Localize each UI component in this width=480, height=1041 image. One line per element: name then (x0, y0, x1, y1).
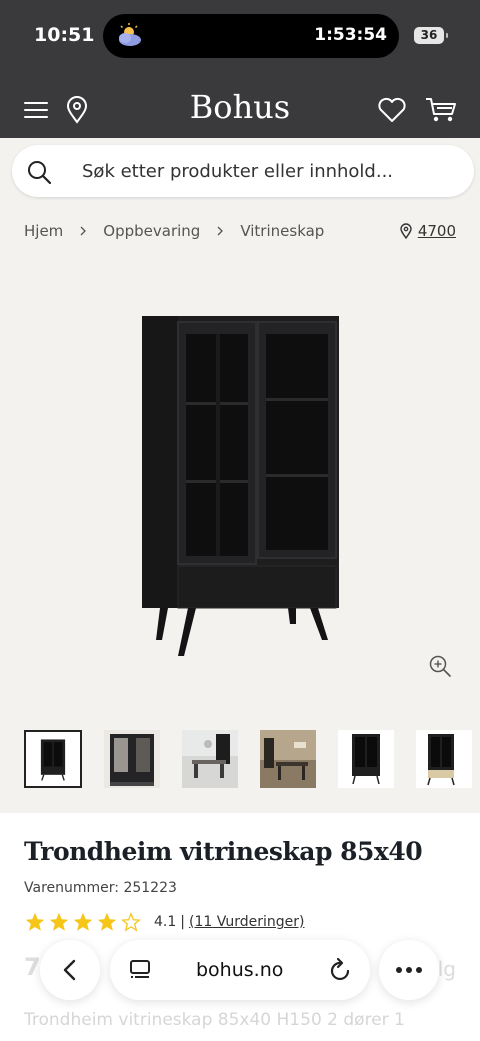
reader-mode-icon[interactable] (128, 958, 152, 982)
store-selector[interactable]: 4700 (399, 222, 456, 240)
star-filled-icon (97, 912, 117, 931)
product-description: Trondheim vitrineskap 85x40 H150 2 dører… (24, 1010, 405, 1030)
cart-icon[interactable] (424, 96, 458, 124)
breadcrumb-home[interactable]: Hjem (24, 222, 63, 240)
bohus-logo[interactable]: Bohus (0, 88, 480, 126)
thumbnail-3[interactable] (182, 730, 238, 788)
back-button[interactable] (40, 940, 100, 1000)
battery-indicator: 36 (414, 27, 448, 44)
more-icon (396, 967, 422, 973)
url-text[interactable]: bohus.no (196, 959, 283, 981)
product-image[interactable] (138, 314, 344, 662)
thumbnail-2[interactable] (104, 730, 160, 788)
search-area (0, 138, 480, 200)
status-bar: 10:51 1:53:54 36 (0, 0, 480, 72)
top-bar: 10:51 1:53:54 36 Bohus (0, 0, 480, 138)
search-input[interactable] (82, 155, 462, 187)
site-header: Bohus (0, 80, 480, 138)
product-details: Trondheim vitrineskap 85x40 Varenummer: … (0, 813, 480, 1041)
thumbnail-5[interactable] (338, 730, 394, 788)
thumbnail-strip (24, 730, 480, 790)
more-options-button[interactable] (379, 940, 439, 1000)
reviews-link[interactable]: (11 Vurderinger) (189, 914, 304, 930)
star-filled-icon (49, 912, 69, 931)
heart-icon[interactable] (376, 96, 408, 124)
product-rating: 4.1 | (11 Vurderinger) (24, 911, 304, 933)
location-pin-icon (400, 223, 412, 239)
thumbnail-6[interactable] (416, 730, 472, 788)
price-partial: 7 (24, 953, 41, 981)
live-activity-timer: 1:53:54 (314, 25, 387, 45)
status-time: 10:51 (34, 24, 95, 46)
price-suffix-partial: lg (437, 957, 456, 981)
zoom-in-icon[interactable] (428, 654, 452, 678)
chevron-right-icon (217, 226, 224, 236)
search-bar[interactable] (12, 145, 474, 197)
chevron-right-icon (80, 226, 87, 236)
breadcrumb-display-cabinet[interactable]: Vitrineskap (240, 222, 324, 240)
breadcrumb-storage[interactable]: Oppbevaring (103, 222, 200, 240)
product-title: Trondheim vitrineskap 85x40 (24, 837, 423, 866)
dynamic-island: 1:53:54 (103, 14, 399, 58)
star-filled-icon (25, 912, 45, 931)
chevron-left-icon (63, 959, 76, 981)
star-filled-icon (73, 912, 93, 931)
product-gallery-section: Hjem Oppbevaring Vitrineskap 4700 (0, 200, 480, 813)
reload-icon[interactable] (328, 957, 352, 983)
thumbnail-1[interactable] (24, 730, 82, 788)
store-code[interactable]: 4700 (418, 222, 456, 240)
rating-score: 4.1 (154, 914, 177, 930)
breadcrumb: Hjem Oppbevaring Vitrineskap (24, 222, 324, 240)
thumbnail-4[interactable] (260, 730, 316, 788)
star-empty-icon (121, 912, 141, 932)
weather-icon (119, 23, 141, 46)
search-icon (28, 161, 52, 185)
address-bar[interactable]: bohus.no (110, 940, 370, 1000)
product-sku: Varenummer: 251223 (24, 880, 177, 896)
rating-divider: | (180, 914, 185, 930)
